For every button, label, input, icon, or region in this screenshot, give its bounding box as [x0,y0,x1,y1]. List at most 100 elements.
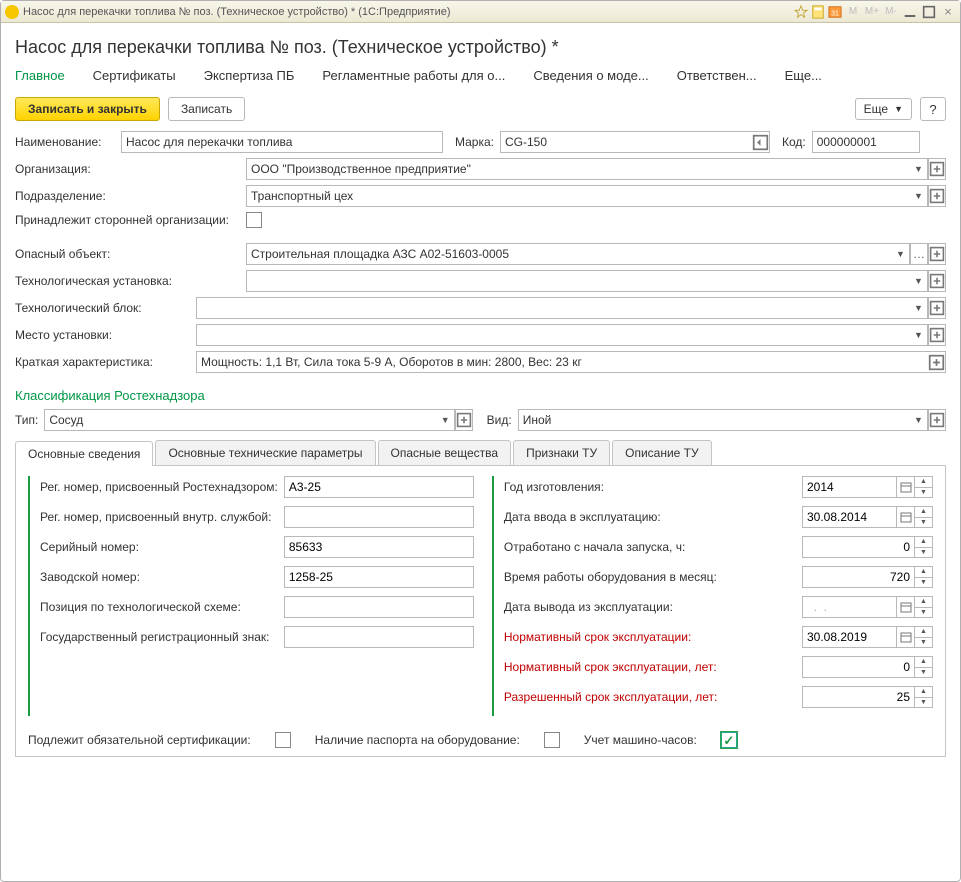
has-passport-checkbox[interactable] [544,732,560,748]
app-icon [5,5,19,19]
techsetup-open-icon[interactable] [928,270,946,292]
more-button[interactable]: Еще ▼ [855,98,912,120]
calc-icon[interactable] [811,5,825,19]
worked-hours-input[interactable] [802,536,915,558]
allowed-years-spinner[interactable]: ▲▼ [915,686,933,708]
nav-expertise[interactable]: Экспертиза ПБ [204,68,295,85]
norm-years-spinner[interactable]: ▲▼ [915,656,933,678]
m-button[interactable]: M [845,5,861,19]
machine-hours-checkbox[interactable] [721,732,737,748]
org-dropdown-icon[interactable]: ▼ [910,158,928,180]
danger-label: Опасный объект: [15,247,240,261]
desc-wrap[interactable] [196,351,946,373]
desc-input[interactable] [196,351,928,373]
must-cert-checkbox[interactable] [275,732,291,748]
decommission-spinner[interactable]: ▲▼ [915,596,933,618]
danger-ellipsis-icon[interactable]: … [910,243,928,265]
brand-input[interactable] [500,131,752,153]
commission-spinner[interactable]: ▲▼ [915,506,933,528]
place-select[interactable]: ▼ [196,324,946,346]
danger-input[interactable] [246,243,892,265]
factory-input[interactable] [284,566,474,588]
favorite-icon[interactable] [794,5,808,19]
must-cert-label: Подлежит обязательной сертификации: [28,733,251,747]
norm-years-input[interactable] [802,656,915,678]
type-select[interactable]: ▼ [44,409,472,431]
danger-select[interactable]: ▼ … [246,243,946,265]
save-button[interactable]: Записать [168,97,245,121]
tab-basic-info[interactable]: Основные сведения [15,441,153,466]
org-input[interactable] [246,158,910,180]
danger-open-icon[interactable] [928,243,946,265]
tab-tech-params[interactable]: Основные технические параметры [155,440,375,465]
work-per-month-input[interactable] [802,566,915,588]
decommission-input[interactable] [802,596,897,618]
dept-select[interactable]: ▼ [246,185,946,207]
techsetup-input[interactable] [246,270,910,292]
desc-open-icon[interactable] [928,351,946,373]
help-button[interactable]: ? [920,97,946,121]
type-dropdown-icon[interactable]: ▼ [437,409,455,431]
tab-tu-desc[interactable]: Описание ТУ [612,440,712,465]
danger-dropdown-icon[interactable]: ▼ [892,243,910,265]
nav-more[interactable]: Еще... [785,68,822,85]
tab-tu-signs[interactable]: Признаки ТУ [513,440,610,465]
nav-certs[interactable]: Сертификаты [93,68,176,85]
place-open-icon[interactable] [928,324,946,346]
calendar-icon[interactable]: 31 [828,5,842,19]
work-per-month-spinner[interactable]: ▲▼ [915,566,933,588]
techblock-input[interactable] [196,297,910,319]
norm-date-calendar-icon[interactable] [897,626,915,648]
tab-hazardous[interactable]: Опасные вещества [378,440,512,465]
nav-modinfo[interactable]: Сведения о моде... [533,68,648,85]
dept-open-icon[interactable] [928,185,946,207]
decommission-calendar-icon[interactable] [897,596,915,618]
minimize-button[interactable] [902,5,918,19]
maximize-button[interactable] [921,5,937,19]
save-close-button[interactable]: Записать и закрыть [15,97,160,121]
kind-open-icon[interactable] [928,409,946,431]
reg-int-input[interactable] [284,506,474,528]
m-plus-button[interactable]: M+ [864,5,880,19]
norm-date-spinner[interactable]: ▲▼ [915,626,933,648]
m-minus-button[interactable]: M- [883,5,899,19]
scheme-pos-input[interactable] [284,596,474,618]
reg-rtn-input[interactable] [284,476,474,498]
nav-main[interactable]: Главное [15,68,65,85]
external-org-checkbox[interactable] [246,212,262,228]
gosreg-input[interactable] [284,626,474,648]
techblock-dropdown-icon[interactable]: ▼ [910,297,928,319]
type-input[interactable] [44,409,436,431]
close-button[interactable]: × [940,5,956,19]
norm-date-input[interactable] [802,626,897,648]
type-open-icon[interactable] [455,409,473,431]
commission-calendar-icon[interactable] [897,506,915,528]
dept-dropdown-icon[interactable]: ▼ [910,185,928,207]
nav-responsible[interactable]: Ответствен... [677,68,757,85]
titlebar-tools: 31 M M+ M- × [794,5,956,19]
mfg-year-input[interactable] [802,476,897,498]
brand-open-icon[interactable] [752,131,770,153]
kind-dropdown-icon[interactable]: ▼ [910,409,928,431]
serial-input[interactable] [284,536,474,558]
commission-input[interactable] [802,506,897,528]
techblock-open-icon[interactable] [928,297,946,319]
name-input[interactable] [121,131,443,153]
org-select[interactable]: ▼ [246,158,946,180]
place-dropdown-icon[interactable]: ▼ [910,324,928,346]
place-input[interactable] [196,324,910,346]
org-open-icon[interactable] [928,158,946,180]
allowed-years-input[interactable] [802,686,915,708]
dept-input[interactable] [246,185,910,207]
techsetup-dropdown-icon[interactable]: ▼ [910,270,928,292]
worked-hours-spinner[interactable]: ▲▼ [915,536,933,558]
nav-maintenance[interactable]: Регламентные работы для о... [322,68,505,85]
code-input[interactable] [812,131,920,153]
kind-select[interactable]: ▼ [518,409,946,431]
techsetup-select[interactable]: ▼ [246,270,946,292]
techblock-select[interactable]: ▼ [196,297,946,319]
mfg-year-spinner[interactable]: ▲▼ [915,476,933,498]
brand-select[interactable] [500,131,770,153]
mfg-year-calendar-icon[interactable] [897,476,915,498]
kind-input[interactable] [518,409,910,431]
